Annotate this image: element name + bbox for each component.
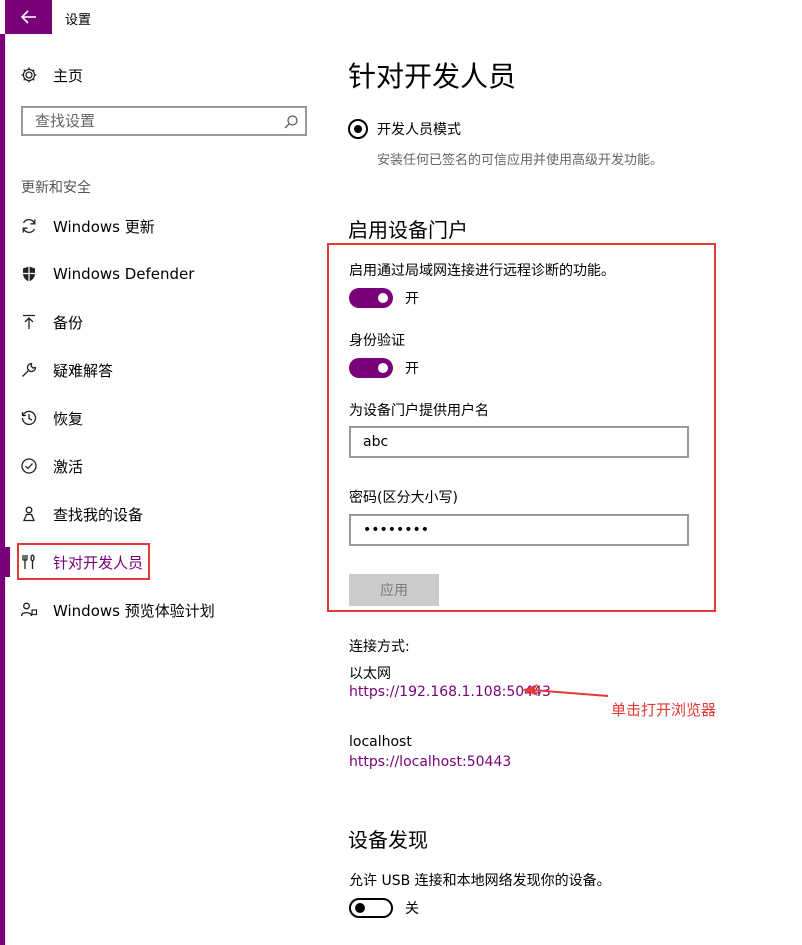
toggle-switch[interactable] [349,288,393,308]
shield-icon [20,265,38,283]
toggle-switch[interactable] [349,358,393,378]
annotation-text: 单击打开浏览器 [611,701,717,719]
username-input[interactable] [361,428,675,456]
divider [5,0,6,945]
toggle-knob [355,903,365,913]
back-arrow-icon [20,10,36,24]
sidebar-item-recovery[interactable]: 恢复 [20,404,83,432]
toggle-knob [378,363,388,373]
sidebar-item-activation[interactable]: 激活 [20,452,83,480]
sidebar-item-windows-insider[interactable]: Windows 预览体验计划 [20,596,215,624]
toggle-switch[interactable] [349,898,393,918]
nav-home[interactable]: 主页 [20,63,83,87]
remote-diagnostics-label: 启用通过局域网连接进行远程诊断的功能。 [349,263,615,279]
developer-mode-description: 安装任何已签名的可信应用并使用高级开发功能。 [377,153,664,168]
sidebar-item-label: 激活 [53,457,84,476]
selection-indicator [5,547,10,577]
annotation-arrow [522,684,609,697]
sidebar-item-label: Windows 更新 [53,217,155,236]
gear-icon [20,66,38,84]
sidebar-item-backup[interactable]: 备份 [20,308,83,336]
sidebar-item-label: 查找我的设备 [53,505,144,524]
developer-mode-radio[interactable]: 开发人员模式 [348,119,461,139]
search-input[interactable] [33,111,287,131]
sidebar-item-label: 恢复 [53,409,84,428]
sidebar-item-label: Windows Defender [53,265,195,283]
password-field[interactable] [349,514,689,546]
toggle-state-label: 开 [405,291,419,307]
upload-icon [20,313,38,331]
password-input[interactable] [361,516,675,544]
sidebar-item-label: Windows 预览体验计划 [53,601,215,620]
localhost-label: localhost [349,734,412,750]
username-field[interactable] [349,426,689,458]
sidebar-item-label: 疑难解答 [53,361,114,380]
authentication-label: 身份验证 [349,333,405,349]
radio-button[interactable] [348,119,368,139]
search-icon[interactable] [283,114,299,134]
sync-icon [20,217,38,235]
device-discovery-description: 允许 USB 连接和本地网络发现你的设备。 [349,873,611,889]
radio-dot [354,125,362,133]
person-location-icon [20,505,38,523]
wrench-icon [20,361,38,379]
toggle-knob [378,293,388,303]
toggle-state-label: 开 [405,361,419,377]
annotation-highlight-box [17,543,150,580]
authentication-toggle[interactable]: 开 [349,358,419,378]
device-discovery-heading: 设备发现 [348,828,428,852]
device-portal-heading: 启用设备门户 [348,218,468,242]
search-box[interactable] [21,106,307,136]
back-button[interactable] [5,0,52,34]
toggle-state-label: 关 [405,901,419,917]
ethernet-label: 以太网 [349,666,391,682]
sidebar-item-find-my-device[interactable]: 查找我的设备 [20,500,143,528]
title-bar: 设置 [0,0,802,34]
connection-label: 连接方式: [349,639,410,655]
page-title: 针对开发人员 [348,60,517,93]
apply-button[interactable]: 应用 [349,574,439,606]
history-icon [20,409,38,427]
section-label: 更新和安全 [21,180,91,196]
developer-mode-label: 开发人员模式 [377,122,461,138]
sidebar-item-troubleshoot[interactable]: 疑难解答 [20,356,113,384]
sidebar-item-windows-update[interactable]: Windows 更新 [20,212,155,240]
checkmark-circle-icon [20,457,38,475]
localhost-url-link[interactable]: https://localhost:50443 [349,754,511,770]
remote-diagnostics-toggle[interactable]: 开 [349,288,419,308]
nav-home-label: 主页 [53,66,84,85]
sidebar-item-label: 备份 [53,313,84,332]
device-discovery-toggle[interactable]: 关 [349,898,419,918]
username-label: 为设备门户提供用户名 [349,403,489,419]
insider-icon [20,601,38,619]
window-title: 设置 [65,13,92,28]
sidebar-item-windows-defender[interactable]: Windows Defender [20,260,194,288]
password-label: 密码(区分大小写) [349,490,458,506]
